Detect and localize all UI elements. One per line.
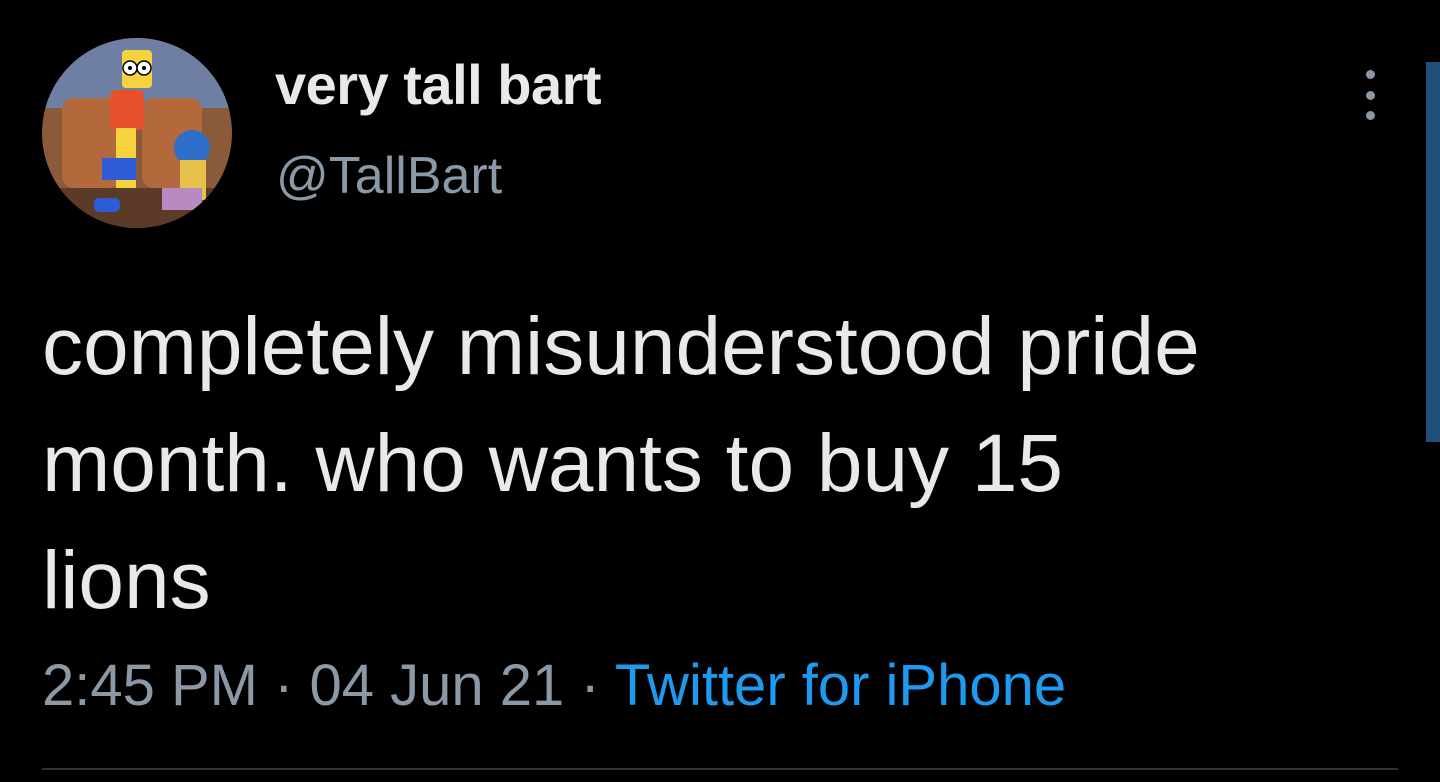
tweet-text-line: lions xyxy=(42,535,211,626)
tweet-detail: very tall bart @TallBart completely misu… xyxy=(0,0,1440,782)
more-vertical-icon xyxy=(1365,70,1375,79)
tweet-meta: 2:45 PM · 04 Jun 21 · Twitter for iPhone xyxy=(42,652,1066,719)
tweet-text-line: completely misunderstood pride xyxy=(42,301,1200,392)
avatar[interactable] xyxy=(42,38,232,228)
tweet-source-link[interactable]: Twitter for iPhone xyxy=(615,653,1066,718)
scrollbar[interactable] xyxy=(1426,62,1440,442)
avatar-image xyxy=(42,38,232,228)
tweet-time[interactable]: 2:45 PM xyxy=(42,653,258,718)
display-name[interactable]: very tall bart xyxy=(275,52,602,117)
tweet-text-line: month. who wants to buy 15 xyxy=(42,418,1064,509)
user-handle[interactable]: @TallBart xyxy=(276,146,502,206)
tweet-text: completely misunderstood pride month. wh… xyxy=(42,288,1412,639)
more-options-button[interactable] xyxy=(1350,70,1390,120)
tweet-date[interactable]: 04 Jun 21 xyxy=(310,653,565,718)
meta-separator: · xyxy=(564,653,615,718)
meta-separator: · xyxy=(258,653,310,718)
divider xyxy=(42,768,1398,770)
